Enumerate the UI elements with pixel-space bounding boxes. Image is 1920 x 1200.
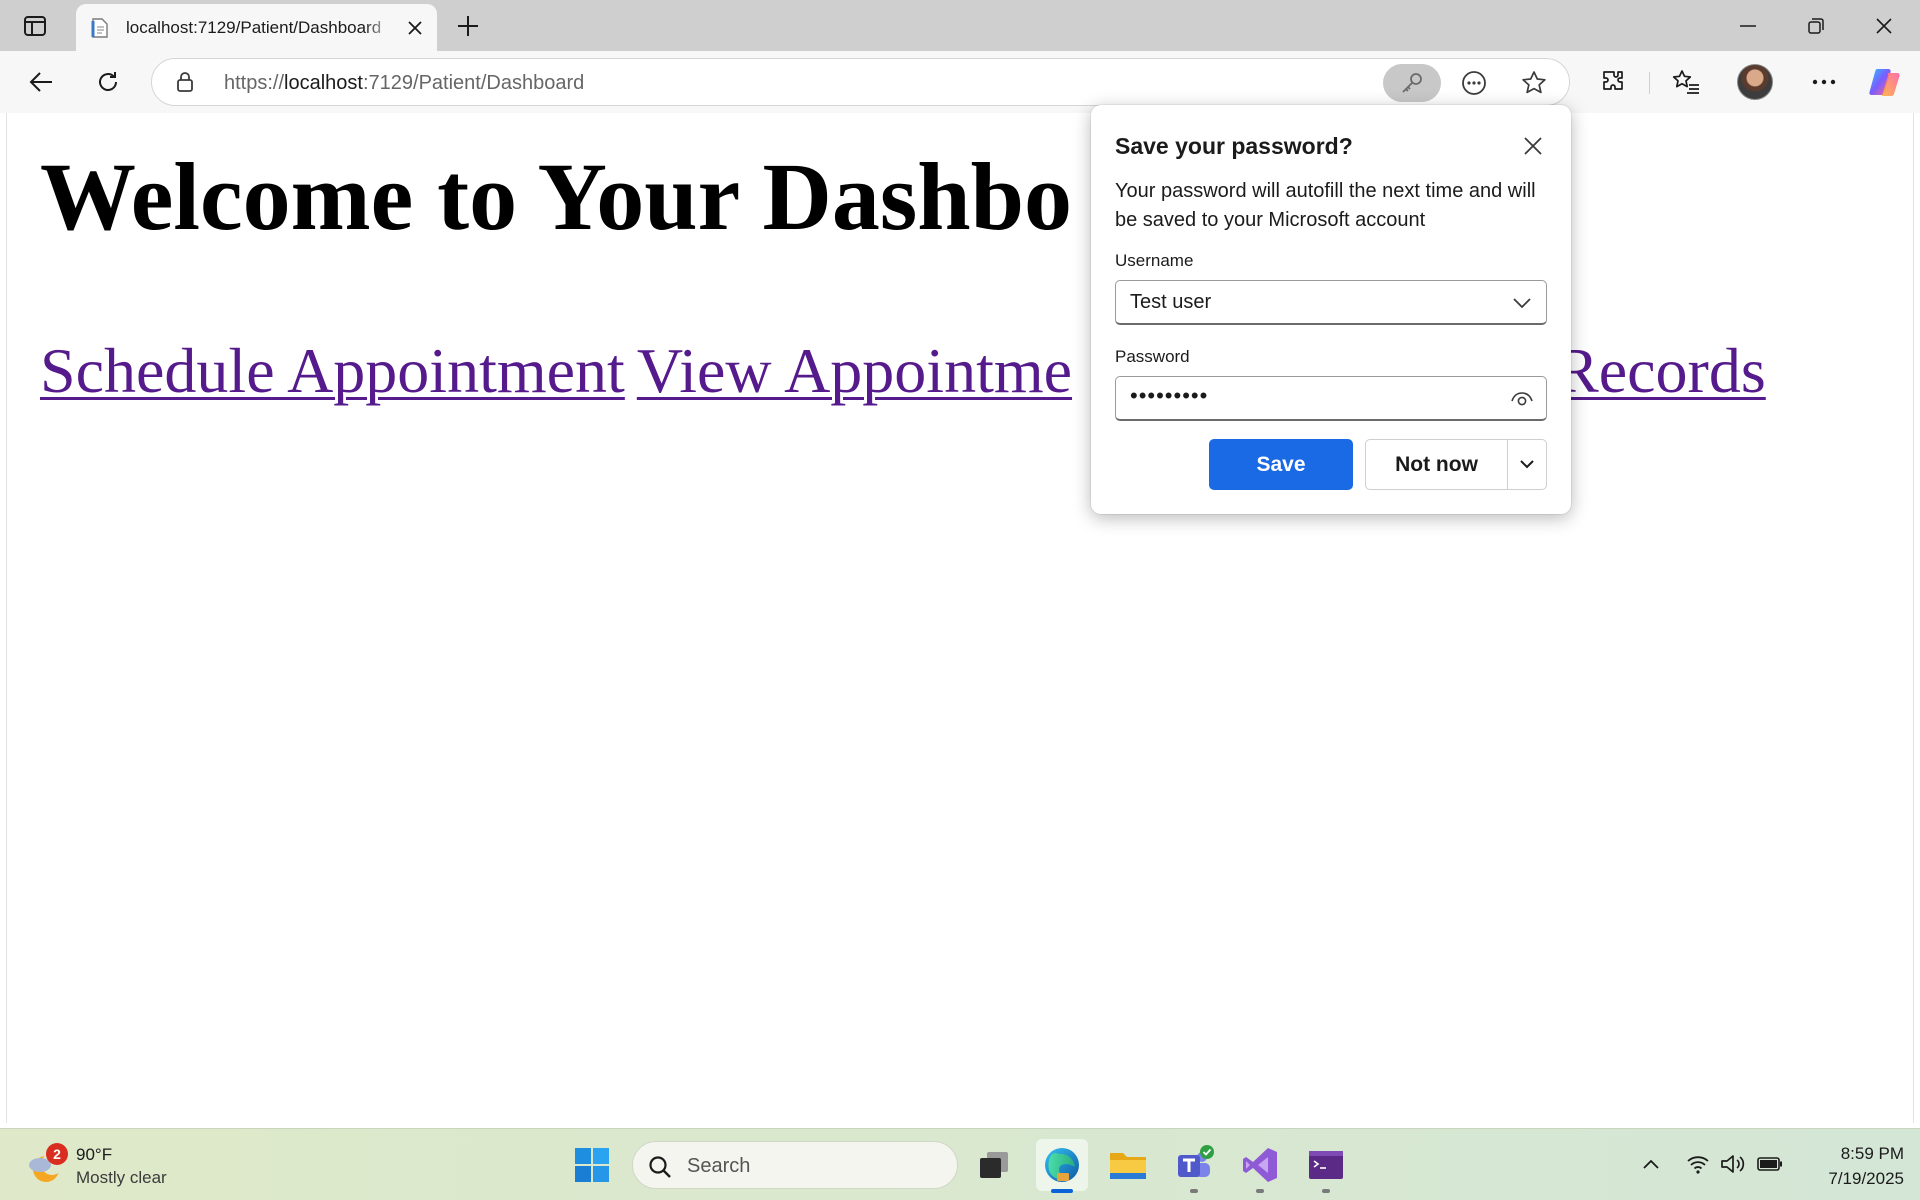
minimize-icon <box>1740 24 1756 27</box>
dialog-description: Your password will autofill the next tim… <box>1115 180 1536 231</box>
page-heading: Welcome to Your Dashbo <box>40 143 1072 250</box>
browser-tab-active[interactable]: localhost:7129/Patient/Dashboard <box>76 4 437 51</box>
plus-icon <box>458 16 478 36</box>
password-field[interactable]: ••••••••• <box>1115 376 1547 421</box>
copilot-button[interactable] <box>1864 61 1906 103</box>
tab-strip: localhost:7129/Patient/Dashboard <box>0 0 1920 51</box>
address-url[interactable]: https://localhost:7129/Patient/Dashboard <box>224 72 584 95</box>
address-bar[interactable]: https://localhost:7129/Patient/Dashboard <box>151 58 1570 106</box>
page-favicon-icon <box>90 17 110 38</box>
refresh-button[interactable] <box>87 61 129 103</box>
teams-icon <box>1178 1145 1214 1177</box>
password-key-button[interactable] <box>1383 64 1441 102</box>
star-icon <box>1522 71 1546 94</box>
clock-time: 8:59 PM <box>1840 1144 1904 1163</box>
taskbar-search[interactable]: Search <box>632 1141 958 1189</box>
save-password-dialog: Save your password? Your password will a… <box>1091 105 1571 514</box>
username-value: Test user <box>1130 291 1212 313</box>
weather-condition: Mostly clear <box>76 1168 167 1187</box>
chevron-down-icon <box>1510 291 1534 315</box>
refresh-icon <box>99 72 117 91</box>
tab-actions-button[interactable] <box>14 8 56 44</box>
settings-more-button[interactable] <box>1803 61 1845 103</box>
weather-temperature: 90°F <box>76 1145 113 1164</box>
new-tab-button[interactable] <box>448 8 488 44</box>
url-path: :7129/Patient/Dashboard <box>362 72 585 94</box>
toolbar-separator <box>1649 72 1650 94</box>
web-page-content: Welcome to Your Dashbo Schedule Appointm… <box>6 113 1914 1123</box>
restore-icon <box>1808 17 1824 34</box>
profile-avatar[interactable] <box>1737 64 1773 100</box>
username-label: Username <box>1115 251 1194 270</box>
start-button[interactable] <box>566 1139 618 1191</box>
running-app-indicator <box>1256 1189 1264 1193</box>
back-button[interactable] <box>20 61 62 103</box>
browser-toolbar: https://localhost:7129/Patient/Dashboard <box>0 51 1920 113</box>
show-hidden-icons-chevron-up-icon[interactable] <box>1638 1151 1664 1177</box>
more-circle-icon <box>1462 71 1486 95</box>
window-close-button[interactable] <box>1850 0 1918 51</box>
visual-studio-button[interactable] <box>1234 1139 1286 1193</box>
close-icon <box>1876 17 1892 34</box>
schedule-appointment-link[interactable]: Schedule Appointment <box>40 335 625 406</box>
taskbar-clock[interactable]: 8:59 PM 7/19/2025 <box>1792 1141 1904 1191</box>
terminal-icon <box>1309 1151 1343 1179</box>
weather-widget[interactable]: 2 90°F Mostly clear <box>22 1141 212 1191</box>
favorite-star-button[interactable] <box>1515 65 1553 101</box>
chevron-down-icon <box>1520 460 1534 469</box>
wifi-icon[interactable] <box>1685 1151 1711 1177</box>
restore-button[interactable] <box>1782 0 1850 51</box>
dialog-close-button[interactable] <box>1516 129 1550 163</box>
lock-icon[interactable] <box>174 71 196 93</box>
running-app-indicator <box>1322 1189 1330 1193</box>
edge-taskbar-button[interactable] <box>1036 1139 1088 1193</box>
minimize-button[interactable] <box>1714 0 1782 51</box>
url-scheme: https:// <box>224 72 285 94</box>
notification-badge: 2 <box>46 1143 68 1165</box>
save-button[interactable]: Save <box>1209 439 1353 490</box>
ellipsis-icon <box>1812 79 1836 85</box>
search-icon <box>647 1154 673 1180</box>
url-host: localhost <box>284 72 363 94</box>
favorites-list-icon <box>1672 70 1699 94</box>
copilot-icon <box>1869 69 1900 96</box>
not-now-button[interactable]: Not now <box>1366 440 1508 489</box>
edge-icon <box>1045 1148 1079 1182</box>
clock-date: 7/19/2025 <box>1828 1169 1904 1188</box>
view-appointments-link[interactable]: View Appointme <box>637 335 1072 406</box>
browser-essentials-button[interactable] <box>1455 65 1493 101</box>
task-view-icon <box>980 1152 1008 1178</box>
not-now-options-button[interactable] <box>1508 440 1546 489</box>
tab-close-icon[interactable] <box>403 16 427 40</box>
password-label: Password <box>1115 347 1190 366</box>
folder-icon <box>1110 1153 1146 1179</box>
key-icon <box>1402 73 1422 93</box>
visual-studio-icon <box>1243 1148 1277 1182</box>
records-link[interactable]: Records <box>1556 335 1766 406</box>
active-app-indicator <box>1051 1189 1073 1193</box>
password-value: ••••••••• <box>1130 383 1209 408</box>
windows-logo-icon <box>575 1148 609 1182</box>
extensions-button[interactable] <box>1592 61 1634 103</box>
search-placeholder: Search <box>687 1155 751 1177</box>
puzzle-icon <box>1603 71 1623 90</box>
arrow-left-icon <box>29 72 52 92</box>
battery-icon[interactable] <box>1757 1151 1783 1177</box>
volume-icon[interactable] <box>1720 1151 1746 1177</box>
teams-button[interactable] <box>1168 1139 1220 1193</box>
close-icon <box>1524 137 1542 155</box>
tab-actions-icon <box>24 16 46 36</box>
windows-taskbar: 2 90°F Mostly clear Search 8:59 PM 7/19/… <box>0 1128 1920 1200</box>
show-password-eye-icon[interactable] <box>1510 387 1534 411</box>
terminal-button[interactable] <box>1300 1139 1352 1193</box>
file-explorer-button[interactable] <box>1102 1139 1154 1191</box>
dialog-title: Save your password? <box>1115 133 1353 159</box>
not-now-split-button: Not now <box>1365 439 1547 490</box>
username-select[interactable]: Test user <box>1115 280 1547 325</box>
running-app-indicator <box>1190 1189 1198 1193</box>
task-view-button[interactable] <box>968 1139 1020 1191</box>
favorites-button[interactable] <box>1665 61 1707 103</box>
tab-title: localhost:7129/Patient/Dashboard <box>126 17 382 37</box>
